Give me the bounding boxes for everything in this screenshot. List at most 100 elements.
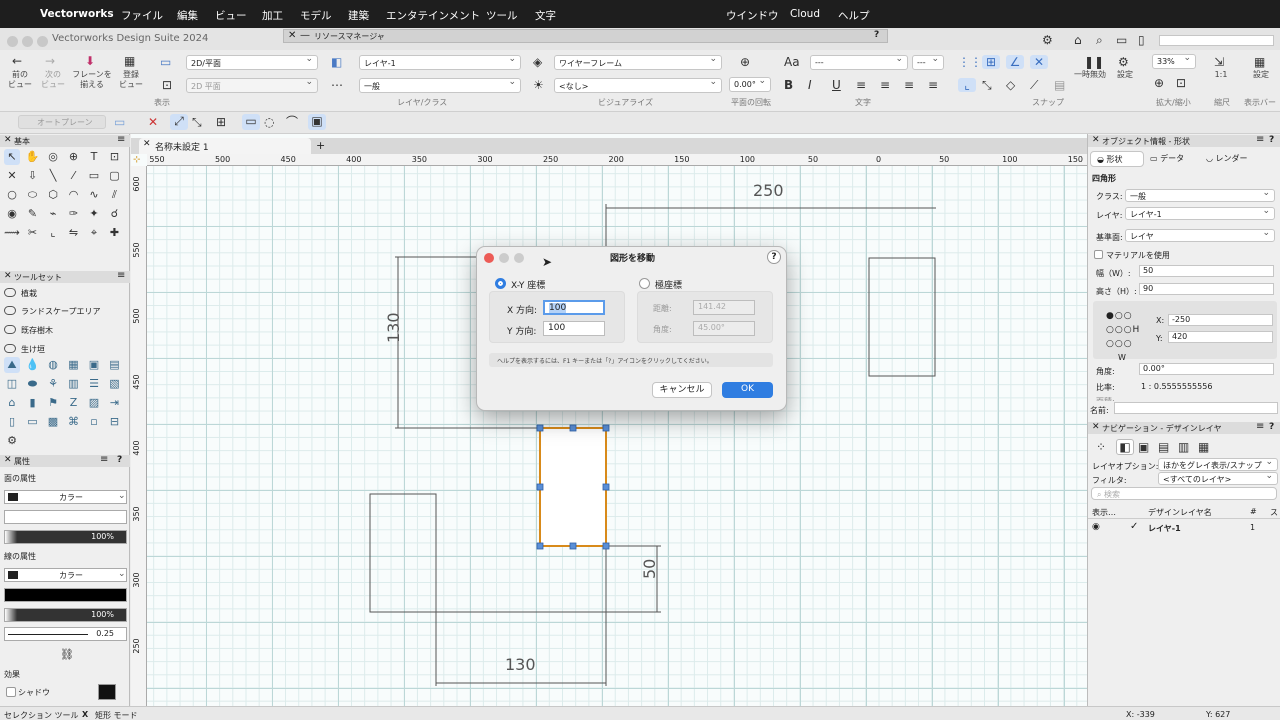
plane-select[interactable]: レイヤ: [1125, 229, 1275, 242]
plane-rotation-icon[interactable]: ⊕: [740, 55, 750, 69]
help-icon[interactable]: ?: [117, 455, 122, 465]
site-tool-icon[interactable]: ▩: [45, 414, 61, 430]
x-input[interactable]: -250: [1168, 314, 1273, 326]
ruler-origin-icon[interactable]: ⊹: [133, 155, 145, 165]
move-tool-icon[interactable]: ⇩: [25, 168, 41, 184]
active-layer-select[interactable]: レイヤ-1: [359, 55, 521, 70]
dimension-tool-icon[interactable]: ⁄: [66, 168, 82, 184]
snap-point-icon[interactable]: ◇: [1006, 78, 1015, 92]
site-tool-icon[interactable]: ◍: [45, 357, 61, 373]
polygon-tool-icon[interactable]: ⬡: [45, 187, 61, 203]
connect-tool-icon[interactable]: ✚: [107, 225, 123, 241]
tab-render[interactable]: ◡ レンダー: [1206, 153, 1248, 164]
column-layer-name[interactable]: デザインレイヤ名: [1148, 507, 1212, 518]
zoom-in-icon[interactable]: ⊕: [1154, 76, 1164, 90]
collapse-icon[interactable]: —: [300, 30, 310, 41]
use-material-checkbox[interactable]: [1094, 250, 1103, 259]
underline-button[interactable]: U: [832, 78, 841, 92]
mode-polygon-icon[interactable]: ⌒: [286, 115, 298, 129]
site-tool-icon[interactable]: ⇥: [107, 395, 123, 411]
site-tool-icon[interactable]: ▫: [86, 414, 102, 430]
fill-type-select[interactable]: カラー ⌄: [4, 490, 127, 504]
mode-lasso-icon[interactable]: ◌: [264, 115, 274, 129]
view-settings-icon[interactable]: ▦: [1254, 55, 1265, 69]
class-select[interactable]: 一般: [1125, 189, 1275, 202]
fillet-tool-icon[interactable]: ⌞: [45, 225, 61, 241]
close-icon[interactable]: ✕: [4, 455, 12, 465]
reference-point-grid[interactable]: ●○○ ○○○H ○○○ W: [1106, 309, 1140, 365]
back-arrow-icon[interactable]: ←: [12, 54, 22, 68]
rounded-rect-tool-icon[interactable]: ▢: [107, 168, 123, 184]
zoom-window-button[interactable]: [37, 36, 48, 47]
selected-rectangle[interactable]: [539, 427, 607, 547]
nav-layers-icon[interactable]: ◧: [1116, 439, 1134, 455]
site-tool-icon[interactable]: ⚘: [45, 376, 61, 392]
view-settings-button[interactable]: 設定: [1248, 70, 1274, 80]
zoom-tool-icon[interactable]: ⊕: [66, 149, 82, 165]
document-tab[interactable]: ✕ 名称未設定 1: [139, 138, 311, 154]
menu-model[interactable]: モデル: [300, 8, 332, 23]
site-tool-icon[interactable]: ⌘: [66, 414, 82, 430]
nav-views-icon[interactable]: ▤: [1158, 440, 1169, 454]
height-input[interactable]: 90: [1139, 283, 1274, 295]
menu-text[interactable]: 文字: [535, 8, 556, 23]
close-icon[interactable]: ✕: [4, 135, 12, 145]
width-input[interactable]: 50: [1139, 265, 1274, 277]
selection-handle[interactable]: [536, 424, 544, 432]
flyover-icon[interactable]: ⬇: [85, 54, 95, 68]
toolset-landscape-area[interactable]: ランドスケープエリア: [4, 306, 101, 317]
site-tool-icon[interactable]: ⌂: [4, 395, 20, 411]
fill-color-swatch[interactable]: [4, 510, 127, 524]
selection-handle[interactable]: [536, 542, 544, 550]
x-mark-tool-icon[interactable]: ✕: [4, 168, 20, 184]
selection-handle[interactable]: [602, 542, 610, 550]
arrowhead-icon[interactable]: ⛓: [60, 648, 74, 661]
site-tool-icon[interactable]: Z: [66, 395, 82, 411]
pan-tool-icon[interactable]: ✋: [25, 149, 41, 165]
home-icon[interactable]: ⌂: [1074, 33, 1082, 47]
mode-interactive-scale-icon[interactable]: ⤢: [170, 114, 188, 130]
mode-transform-icon[interactable]: ⊞: [216, 115, 226, 129]
menu-file[interactable]: ファイル: [121, 8, 163, 23]
nav-references-icon[interactable]: ▥: [1178, 440, 1189, 454]
rectangle-object[interactable]: [369, 493, 437, 613]
close-icon[interactable]: ✕: [1092, 135, 1100, 145]
site-tool-icon[interactable]: 💧: [25, 357, 41, 373]
toolset-existing-tree[interactable]: 既存樹木: [4, 325, 53, 336]
site-tool-icon[interactable]: ▣: [86, 357, 102, 373]
selection-handle[interactable]: [602, 424, 610, 432]
column-number[interactable]: #: [1250, 507, 1257, 516]
freehand-tool-icon[interactable]: ∿: [86, 187, 102, 203]
ok-button[interactable]: OK: [722, 382, 773, 398]
trim-tool-icon[interactable]: ✂: [25, 225, 41, 241]
name-input[interactable]: [1114, 402, 1278, 414]
scale-icon[interactable]: ⇲: [1214, 55, 1224, 69]
layer-option-select[interactable]: ほかをグレイ表示/スナップ: [1158, 458, 1278, 471]
site-tool-icon[interactable]: ▨: [86, 395, 102, 411]
site-tool-icon[interactable]: ☰: [86, 376, 102, 392]
snap-settings-button[interactable]: 設定: [1112, 70, 1138, 80]
saved-view-button[interactable]: 登録 ビュー: [116, 70, 146, 90]
filter-select[interactable]: <すべてのレイヤ>: [1158, 472, 1278, 485]
justify-icon[interactable]: ≡: [928, 78, 938, 92]
mode-disabled-icon[interactable]: ✕: [148, 115, 158, 129]
dialog-help-button[interactable]: ?: [767, 250, 781, 264]
nav-sheets-icon[interactable]: ▣: [1138, 440, 1149, 454]
table-row[interactable]: ◉ ✓ レイヤ-1 1: [1088, 521, 1280, 535]
gear-icon[interactable]: ⚙: [1042, 33, 1053, 47]
arc-tool-icon[interactable]: ◠: [66, 187, 82, 203]
zoom-fit-icon[interactable]: ⊡: [1176, 76, 1186, 90]
clip-tool-icon[interactable]: ⌖: [86, 225, 102, 241]
align-center-icon[interactable]: ≡: [880, 78, 890, 92]
selection-handle[interactable]: [602, 483, 610, 491]
toolset-planting[interactable]: 植栽: [4, 288, 37, 299]
italic-button[interactable]: I: [808, 78, 812, 92]
rectangle-object[interactable]: [868, 257, 936, 377]
circle-tool-icon[interactable]: ○: [4, 187, 20, 203]
x-offset-input[interactable]: 100: [543, 300, 605, 315]
site-tool-icon[interactable]: ◫: [4, 376, 20, 392]
add-tab-button[interactable]: +: [316, 139, 325, 152]
font-size-select[interactable]: ---: [912, 55, 944, 70]
font-select[interactable]: ---: [810, 55, 908, 70]
line-type-select[interactable]: カラー ⌄: [4, 568, 127, 582]
